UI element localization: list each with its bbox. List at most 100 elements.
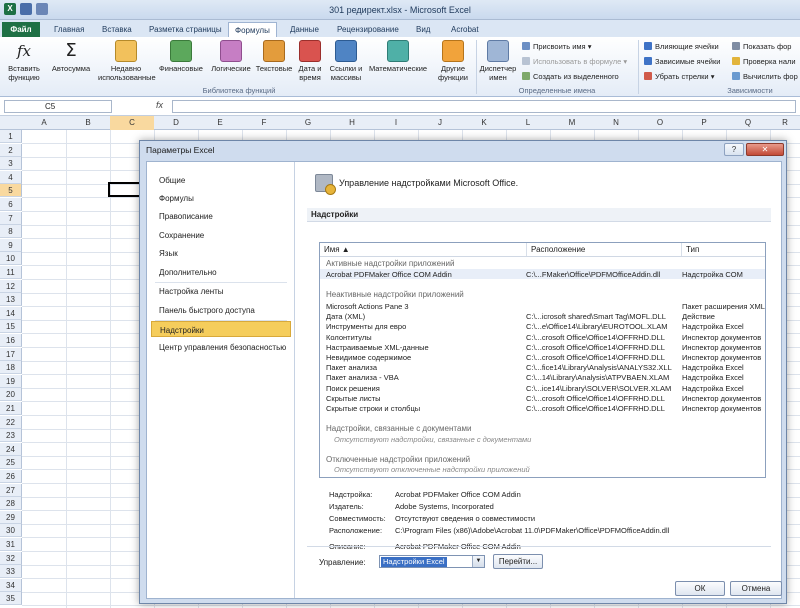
- list-item[interactable]: Скрытые листы C:\...crosoft Office\Office…: [320, 393, 765, 403]
- manage-select[interactable]: Надстройки Excel ▼: [379, 555, 485, 568]
- column-header-q[interactable]: Q: [726, 118, 770, 127]
- row-header-17[interactable]: 17: [0, 347, 22, 361]
- row-header-10[interactable]: 10: [0, 252, 22, 266]
- name-manager-button[interactable]: Диспетчер имен: [478, 40, 518, 82]
- cancel-button[interactable]: Отмена: [730, 581, 782, 596]
- tab-view[interactable]: Вид: [410, 22, 436, 37]
- lookup-button[interactable]: Ссылки и массивы: [326, 40, 366, 82]
- row-header-12[interactable]: 12: [0, 279, 22, 293]
- column-header-p[interactable]: P: [682, 118, 726, 127]
- fx-label[interactable]: fx: [156, 100, 163, 110]
- name-box[interactable]: C5: [4, 100, 112, 113]
- logical-button[interactable]: Логические: [208, 40, 254, 73]
- list-item[interactable]: Колонтитулы C:\...crosoft Office\Office14…: [320, 332, 765, 342]
- column-header-b[interactable]: B: [66, 118, 110, 127]
- tab-acrobat[interactable]: Acrobat: [445, 22, 485, 37]
- row-header-24[interactable]: 24: [0, 442, 22, 456]
- col-header-location[interactable]: Расположение: [527, 243, 682, 256]
- help-button[interactable]: ?: [724, 143, 744, 156]
- row-header-16[interactable]: 16: [0, 334, 22, 347]
- tab-home[interactable]: Главная: [48, 22, 90, 37]
- column-header-k[interactable]: K: [462, 118, 506, 127]
- nav-item-trust-center[interactable]: Центр управления безопасностью: [151, 339, 291, 355]
- nav-item-proofing[interactable]: Правописание: [151, 208, 291, 224]
- column-header-h[interactable]: H: [330, 118, 374, 127]
- row-header-34[interactable]: 34: [0, 578, 22, 592]
- list-item[interactable]: Инструменты для евро C:\...e\Office14\Lib…: [320, 321, 765, 331]
- other-functions-button[interactable]: Другие функции: [432, 40, 474, 82]
- row-header-25[interactable]: 25: [0, 456, 22, 470]
- column-header-l[interactable]: L: [506, 118, 550, 127]
- recent-functions-button[interactable]: Недавно использованные: [98, 40, 156, 82]
- row-header-3[interactable]: 3: [0, 157, 22, 171]
- row-header-35[interactable]: 35: [0, 592, 22, 606]
- row-header-14[interactable]: 14: [0, 306, 22, 320]
- tab-review[interactable]: Рецензирование: [331, 22, 405, 37]
- column-header-a[interactable]: A: [22, 118, 66, 127]
- assign-name-button[interactable]: Присвоить имя ▾: [522, 42, 591, 51]
- text-functions-button[interactable]: Текстовые: [254, 40, 294, 73]
- row-header-11[interactable]: 11: [0, 266, 22, 279]
- close-button[interactable]: ✕: [746, 143, 784, 156]
- nav-item-formulas[interactable]: Формулы: [151, 190, 291, 206]
- row-header-15[interactable]: 15: [0, 320, 22, 334]
- list-item[interactable]: Скрытые строки и столбцы C:\...crosoft Of…: [320, 403, 765, 413]
- column-header-i[interactable]: I: [374, 118, 418, 127]
- nav-item-quick-access[interactable]: Панель быстрого доступа: [151, 302, 291, 318]
- tab-insert[interactable]: Вставка: [96, 22, 138, 37]
- row-header-26[interactable]: 26: [0, 470, 22, 483]
- col-header-type[interactable]: Тип: [682, 243, 765, 256]
- remove-arrows-button[interactable]: Убрать стрелки ▾: [644, 72, 714, 81]
- datetime-button[interactable]: Дата и время: [294, 40, 326, 82]
- row-header-22[interactable]: 22: [0, 415, 22, 429]
- create-from-selection-button[interactable]: Создать из выделенного: [522, 72, 619, 81]
- row-header-27[interactable]: 27: [0, 483, 22, 497]
- column-header-e[interactable]: E: [198, 118, 242, 127]
- list-item[interactable]: Поиск решения C:\...ice14\Library\SOLVER\…: [320, 383, 765, 393]
- row-header-28[interactable]: 28: [0, 497, 22, 511]
- row-header-23[interactable]: 23: [0, 429, 22, 443]
- row-header-20[interactable]: 20: [0, 388, 22, 402]
- nav-item-save[interactable]: Сохранение: [151, 227, 291, 243]
- nav-item-general[interactable]: Общие: [151, 172, 291, 188]
- column-header-f[interactable]: F: [242, 118, 286, 127]
- list-item[interactable]: Пакет анализа - VBA C:\...14\Library\Anal…: [320, 372, 765, 382]
- autosum-button[interactable]: Σ Автосумма: [48, 40, 94, 73]
- row-header-7[interactable]: 7: [0, 211, 22, 225]
- math-button[interactable]: Математические: [366, 40, 430, 73]
- show-formulas-button[interactable]: Показать фор: [732, 42, 791, 51]
- column-header-g[interactable]: G: [286, 118, 330, 127]
- row-header-21[interactable]: 21: [0, 402, 22, 415]
- addins-list[interactable]: Имя ▲ Расположение Тип Активные надстрой…: [319, 242, 766, 478]
- row-header-32[interactable]: 32: [0, 551, 22, 565]
- ok-button[interactable]: ОК: [675, 581, 725, 596]
- financial-button[interactable]: Финансовые: [158, 40, 204, 73]
- evaluate-formula-button[interactable]: Вычислить фор: [732, 72, 798, 81]
- column-header-c[interactable]: C: [110, 116, 154, 130]
- row-header-8[interactable]: 8: [0, 225, 22, 239]
- row-header-29[interactable]: 29: [0, 510, 22, 524]
- nav-item-customize-ribbon[interactable]: Настройка ленты: [151, 283, 291, 299]
- chevron-down-icon[interactable]: ▼: [472, 556, 484, 567]
- column-header-o[interactable]: O: [638, 118, 682, 127]
- insert-function-button[interactable]: fx Вставить функцию: [4, 40, 44, 82]
- tab-page-layout[interactable]: Разметка страницы: [143, 22, 228, 37]
- row-header-4[interactable]: 4: [0, 170, 22, 184]
- trace-dependents-button[interactable]: Зависимые ячейки: [644, 57, 720, 66]
- tab-formulas[interactable]: Формулы: [228, 22, 277, 37]
- list-item[interactable]: Невидимое содержимое C:\...crosoft Office…: [320, 352, 765, 362]
- row-header-9[interactable]: 9: [0, 238, 22, 252]
- col-header-name[interactable]: Имя ▲: [320, 243, 527, 256]
- list-item[interactable]: Acrobat PDFMaker Office COM Addin C:\...F…: [320, 269, 765, 279]
- nav-item-addins[interactable]: Надстройки: [151, 321, 291, 337]
- row-header-13[interactable]: 13: [0, 293, 22, 307]
- go-button[interactable]: Перейти...: [493, 554, 543, 569]
- row-header-1[interactable]: 1: [0, 130, 22, 143]
- tab-file[interactable]: Файл: [2, 22, 40, 37]
- row-header-5[interactable]: 5: [0, 184, 22, 198]
- row-header-30[interactable]: 30: [0, 524, 22, 538]
- formula-input[interactable]: [172, 100, 796, 113]
- use-in-formula-button[interactable]: Использовать в формуле ▾: [522, 57, 627, 66]
- list-item[interactable]: Microsoft Actions Pane 3 Пакет расширения…: [320, 301, 765, 311]
- nav-item-advanced[interactable]: Дополнительно: [151, 264, 291, 280]
